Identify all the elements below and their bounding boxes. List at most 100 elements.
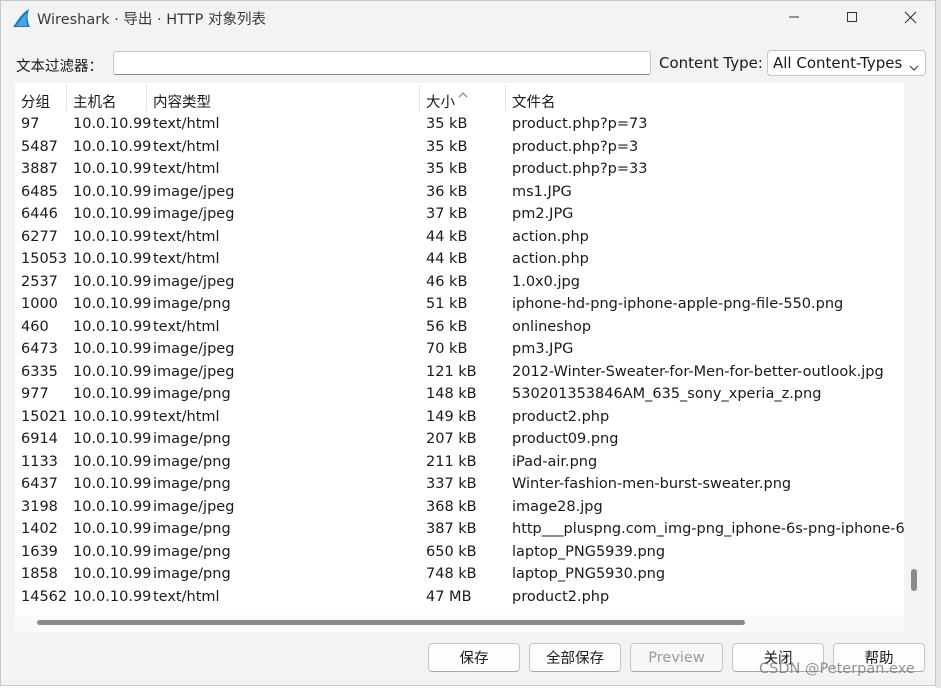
- column-header-label: 主机名: [73, 95, 117, 111]
- cell-packet: 6335: [21, 363, 58, 380]
- cell-hostname: 10.0.10.99: [73, 408, 152, 425]
- table-row[interactable]: 97 10.0.10.99 text/html 35 kB product.php?p=…: [15, 114, 904, 137]
- cell-packet: 977: [21, 386, 49, 402]
- cell-content-type: text/html: [153, 116, 220, 132]
- cell-filename: product.php?p=73: [512, 116, 648, 132]
- column-header-filename[interactable]: 文件名: [506, 83, 904, 113]
- table-row[interactable]: 1133 10.0.10.99 image/png 211 kB iPad-air.pn…: [15, 452, 904, 475]
- table-row[interactable]: 2537 10.0.10.99 image/jpeg 46 kB 1.0x0.jpg: [15, 272, 904, 295]
- cell-packet: 6446: [21, 206, 58, 222]
- cell-packet: 6437: [21, 476, 58, 492]
- table-row[interactable]: 6277 10.0.10.99 text/html 44 kB action.php: [15, 227, 904, 250]
- cell-filename: product09.png: [512, 431, 619, 447]
- cell-packet: 6277: [21, 228, 58, 245]
- table-row[interactable]: 6437 10.0.10.99 image/png 337 kB Winter-fash…: [15, 474, 904, 497]
- text-filter-input[interactable]: [113, 51, 651, 75]
- table-row[interactable]: 15053 10.0.10.99 text/html 44 kB action.php: [15, 249, 904, 272]
- column-header-packet[interactable]: 分组: [15, 83, 67, 113]
- cell-hostname: 10.0.10.99: [73, 363, 152, 380]
- sort-ascending-caret-icon: [458, 83, 468, 102]
- table-row[interactable]: 1402 10.0.10.99 image/png 387 kB http___plus…: [15, 519, 904, 542]
- vertical-scrollbar-thumb[interactable]: [911, 569, 917, 591]
- save-all-button[interactable]: 全部保存: [529, 643, 621, 672]
- table-row[interactable]: 6485 10.0.10.99 image/jpeg 36 kB ms1.JPG: [15, 182, 904, 205]
- cell-filename: pm2.JPG: [512, 206, 574, 222]
- cell-filename: iphone-hd-png-iphone-apple-png-file-550.…: [512, 296, 844, 312]
- cell-content-type: image/png: [153, 543, 231, 560]
- table-row[interactable]: 460 10.0.10.99 text/html 56 kB onlineshop: [15, 317, 904, 340]
- cell-packet: 1133: [21, 453, 58, 470]
- table-row[interactable]: 15021 10.0.10.99 text/html 149 kB product2.p…: [15, 407, 904, 430]
- cell-content-type: image/png: [153, 476, 231, 492]
- horizontal-scrollbar-thumb[interactable]: [37, 620, 745, 625]
- cell-size: 56 kB: [426, 318, 468, 335]
- cell-filename: laptop_PNG5930.png: [512, 566, 666, 582]
- content-type-selected-value: All Content-Types: [773, 54, 903, 72]
- cell-packet: 1402: [21, 521, 58, 537]
- column-header-label: 内容类型: [153, 95, 211, 111]
- cell-size: 44 kB: [426, 251, 468, 267]
- preview-button[interactable]: Preview: [630, 643, 723, 672]
- cell-filename: 2012-Winter-Sweater-for-Men-for-better-o…: [512, 363, 884, 380]
- cell-packet: 14562: [21, 588, 68, 605]
- text-filter-label: 文本过滤器：: [16, 59, 103, 75]
- cell-filename: laptop_PNG5939.png: [512, 543, 666, 560]
- filter-row: 文本过滤器： Content Type: All Content-Types: [1, 49, 935, 79]
- cell-filename: product2.php: [512, 408, 610, 425]
- table-row[interactable]: 6446 10.0.10.99 image/jpeg 37 kB pm2.JPG: [15, 204, 904, 227]
- horizontal-scrollbar[interactable]: [15, 615, 904, 632]
- column-header-label: 大小: [426, 95, 455, 111]
- table-row[interactable]: 1639 10.0.10.99 image/png 650 kB laptop_PNG5…: [15, 542, 904, 565]
- table-row[interactable]: 5487 10.0.10.99 text/html 35 kB product.php?…: [15, 137, 904, 160]
- cell-hostname: 10.0.10.99: [73, 476, 152, 492]
- maximize-button[interactable]: [823, 1, 881, 33]
- content-type-label: Content Type:: [659, 54, 763, 72]
- table-row[interactable]: 6914 10.0.10.99 image/png 207 kB product09.p…: [15, 429, 904, 452]
- cell-filename: image28.jpg: [512, 498, 603, 515]
- cell-content-type: image/jpeg: [153, 341, 235, 357]
- cell-hostname: 10.0.10.99: [73, 273, 152, 290]
- cell-packet: 15021: [21, 408, 68, 425]
- table-row[interactable]: 3198 10.0.10.99 image/jpeg 368 kB image28.jp…: [15, 497, 904, 520]
- column-header-content-type[interactable]: 内容类型: [147, 83, 420, 113]
- cell-content-type: text/html: [153, 228, 220, 245]
- cell-size: 44 kB: [426, 228, 468, 245]
- cell-filename: http___pluspng.com_img-png_iphone-6s-png…: [512, 521, 904, 537]
- cell-filename: onlineshop: [512, 318, 592, 335]
- cell-hostname: 10.0.10.99: [73, 296, 152, 312]
- cell-size: 36 kB: [426, 183, 468, 200]
- table-row[interactable]: 6335 10.0.10.99 image/jpeg 121 kB 2012-Winte…: [15, 362, 904, 385]
- watermark: CSDN @Peterpan.exe: [759, 661, 915, 677]
- table-body: 97 10.0.10.99 text/html 35 kB product.php?p=…: [15, 114, 904, 609]
- minimize-button[interactable]: [765, 1, 823, 33]
- table-row[interactable]: 14562 10.0.10.99 text/html 47 MB product2.ph…: [15, 587, 904, 610]
- table-row[interactable]: 6473 10.0.10.99 image/jpeg 70 kB pm3.JPG: [15, 339, 904, 362]
- cell-hostname: 10.0.10.99: [73, 498, 152, 515]
- cell-content-type: image/jpeg: [153, 363, 235, 380]
- save-button[interactable]: 保存: [428, 643, 520, 672]
- table-row[interactable]: 977 10.0.10.99 image/png 148 kB 530201353846…: [15, 384, 904, 407]
- cell-content-type: image/png: [153, 431, 231, 447]
- cell-hostname: 10.0.10.99: [73, 138, 152, 155]
- chevron-down-icon: [909, 58, 919, 76]
- cell-filename: ms1.JPG: [512, 183, 572, 200]
- column-header-size[interactable]: 大小: [420, 83, 506, 113]
- cell-content-type: image/png: [153, 386, 231, 402]
- cell-size: 35 kB: [426, 161, 468, 177]
- cell-size: 47 MB: [426, 588, 472, 605]
- table-row[interactable]: 3887 10.0.10.99 text/html 35 kB product.php?…: [15, 159, 904, 182]
- cell-content-type: text/html: [153, 318, 220, 335]
- table-row[interactable]: 1858 10.0.10.99 image/png 748 kB laptop_PNG5…: [15, 564, 904, 587]
- cell-size: 121 kB: [426, 363, 477, 380]
- export-http-objects-dialog: Wireshark · 导出 · HTTP 对象列表 文本过滤器： Conten…: [0, 0, 936, 686]
- cell-packet: 6485: [21, 183, 58, 200]
- column-header-label: 文件名: [512, 95, 556, 111]
- content-type-select[interactable]: All Content-Types: [767, 50, 926, 76]
- close-window-button[interactable]: [881, 1, 939, 33]
- column-header-hostname[interactable]: 主机名: [67, 83, 147, 113]
- wireshark-fin-icon: [11, 7, 33, 29]
- cell-size: 207 kB: [426, 431, 477, 447]
- cell-hostname: 10.0.10.99: [73, 453, 152, 470]
- table-row[interactable]: 1000 10.0.10.99 image/png 51 kB iphone-hd-pn…: [15, 294, 904, 317]
- cell-packet: 15053: [21, 251, 68, 267]
